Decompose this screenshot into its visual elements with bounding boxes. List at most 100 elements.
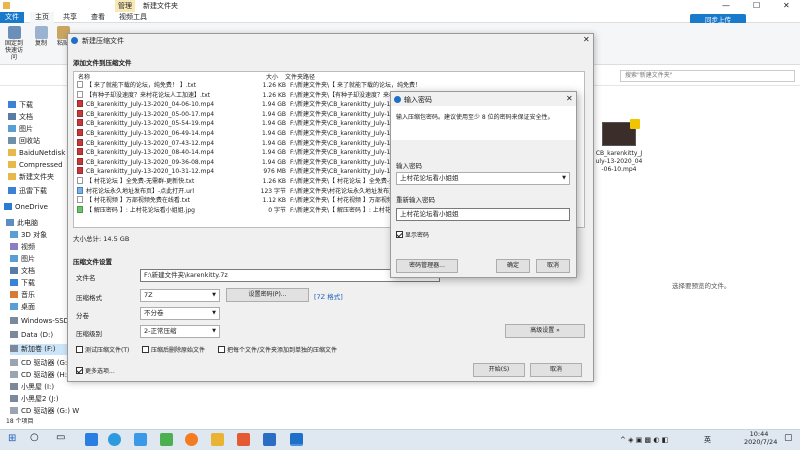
nav-item[interactable]: 小黑屋 (I:) bbox=[10, 382, 54, 393]
nav-item-label: 迅雷下载 bbox=[19, 187, 47, 195]
nav-item[interactable]: 此电脑 bbox=[6, 218, 38, 229]
nav-item[interactable]: 文档 bbox=[8, 112, 33, 123]
more-options[interactable]: 更多选项... bbox=[76, 366, 115, 375]
nav-item[interactable]: BaiduNetdisk bbox=[8, 148, 65, 159]
tab-file[interactable]: 文件 bbox=[0, 12, 24, 23]
format-info-link[interactable]: [7Z 格式] bbox=[314, 291, 343, 301]
checkbox[interactable] bbox=[142, 346, 149, 353]
file-size: 1.94 GB bbox=[261, 120, 286, 128]
nav-item-icon bbox=[8, 161, 16, 168]
file-size: 1.94 GB bbox=[261, 139, 286, 147]
nav-item[interactable]: 迅雷下载 bbox=[8, 186, 47, 197]
password-cancel-button[interactable]: 取消 bbox=[536, 259, 570, 273]
folder-icon[interactable] bbox=[211, 433, 224, 446]
nav-item-icon bbox=[8, 187, 16, 194]
search-icon[interactable]: ○ bbox=[30, 432, 39, 443]
player-icon[interactable] bbox=[263, 433, 276, 446]
clock[interactable]: 10:44 2020/7/24 bbox=[744, 430, 777, 446]
checkbox[interactable] bbox=[76, 367, 83, 374]
cancel-button[interactable]: 取消 bbox=[530, 363, 582, 377]
nav-item-icon bbox=[10, 345, 18, 352]
nav-item[interactable]: CD 驱动器 (H:) bbox=[10, 370, 70, 381]
file-size: 1.94 GB bbox=[261, 110, 286, 118]
archive-app-icon[interactable] bbox=[290, 433, 303, 446]
file-size: 1.94 GB bbox=[261, 158, 286, 166]
nav-item-icon bbox=[10, 243, 18, 250]
tab-home[interactable]: 主页 bbox=[30, 12, 54, 23]
nav-item[interactable]: CD 驱动器 (G:) bbox=[10, 358, 70, 369]
set-password-button[interactable]: 设置密码(P)... bbox=[226, 288, 309, 302]
input-language[interactable]: 英 bbox=[704, 435, 711, 445]
nav-item[interactable]: OneDrive bbox=[4, 202, 48, 213]
cloud-icon[interactable] bbox=[134, 433, 147, 446]
task-view-icon[interactable]: ▭ bbox=[56, 432, 65, 443]
col-size-header[interactable]: 大小 bbox=[266, 72, 278, 81]
tab-view[interactable]: 查看 bbox=[86, 12, 110, 23]
edge-icon[interactable] bbox=[108, 433, 121, 446]
advanced-settings-button[interactable]: 高级设置 » bbox=[505, 324, 585, 338]
file-name: CB_karenkitty_July-13-2020_05-00-17.mp4 bbox=[86, 110, 215, 118]
nav-item[interactable]: Data (D:) bbox=[10, 330, 53, 341]
nav-item-label: 新加卷 (F:) bbox=[21, 345, 56, 353]
delete-source-option[interactable]: 压缩后删除原始文件 bbox=[142, 345, 205, 354]
separate-archives-option[interactable]: 把每个文件/文件夹添加到单独的压缩文件 bbox=[218, 345, 337, 354]
minimize-icon[interactable]: — bbox=[722, 0, 730, 12]
file-name: CB_karenkitty_July-13-2020_04-06-10.mp4 bbox=[86, 101, 215, 109]
file-row[interactable]: 【 来了就能下载的论坛，纯免费！ 】.txt 1.26 KB F:\新建文件夹\【 … bbox=[73, 81, 583, 90]
level-label: 压缩级别 bbox=[76, 330, 102, 338]
nav-item[interactable]: 回收站 bbox=[8, 136, 40, 147]
nav-item[interactable]: 视频 bbox=[10, 242, 35, 253]
checkbox[interactable] bbox=[76, 346, 83, 353]
search-input[interactable]: 搜索"新建文件夹" bbox=[620, 70, 795, 82]
txt-file-icon bbox=[77, 81, 83, 88]
nav-item[interactable]: 小黑屋2 (J:) bbox=[10, 394, 59, 405]
nav-item[interactable]: 桌面 bbox=[10, 302, 35, 313]
pin-button[interactable]: 固定到快速访问 bbox=[3, 26, 25, 61]
start-icon[interactable]: ⊞ bbox=[8, 433, 16, 444]
notification-icon[interactable]: ▢ bbox=[784, 433, 793, 443]
app-orange-icon[interactable] bbox=[237, 433, 250, 446]
manage-tab[interactable]: 管理 bbox=[115, 0, 135, 12]
password-close-icon[interactable]: ✕ bbox=[566, 94, 573, 103]
nav-item[interactable]: 音乐 bbox=[10, 290, 35, 301]
wechat-icon[interactable] bbox=[160, 433, 173, 446]
tab-video-tools[interactable]: 视频工具 bbox=[114, 12, 152, 23]
dialog-close-icon[interactable]: ✕ bbox=[583, 35, 590, 44]
nav-item[interactable]: 3D 对象 bbox=[10, 230, 47, 241]
ok-button[interactable]: 确定 bbox=[496, 259, 530, 273]
split-select[interactable]: 不分卷 ▼ bbox=[140, 307, 220, 320]
start-button[interactable]: 开始(S) bbox=[473, 363, 525, 377]
format-select[interactable]: 7Z ▼ bbox=[140, 289, 220, 302]
status-bar: 18 个项目 bbox=[0, 416, 800, 428]
tray-icons[interactable]: ^ ◈ ▣ ▩ ◐ ◧ bbox=[620, 436, 668, 444]
level-select[interactable]: 2-正常压缩 ▼ bbox=[140, 325, 220, 338]
col-name-header[interactable]: 名称 bbox=[78, 72, 90, 81]
nav-item-label: Windows-SSD bbox=[21, 317, 70, 325]
nav-item-label: 图片 bbox=[21, 255, 35, 263]
nav-item[interactable]: 新加卷 (F:) bbox=[10, 344, 72, 355]
nav-item[interactable]: 下载 bbox=[10, 278, 35, 289]
col-path-header[interactable]: 文件夹路径 bbox=[285, 72, 315, 81]
nav-item[interactable]: 文档 bbox=[10, 266, 35, 277]
nav-item[interactable]: Windows-SSD bbox=[10, 316, 69, 327]
password-description: 输入压缩包密码。建议使用至少 8 位的密码来保证安全性。 bbox=[396, 114, 554, 121]
firefox-icon[interactable] bbox=[185, 433, 198, 446]
close-icon[interactable]: ✕ bbox=[783, 0, 790, 12]
copy-button[interactable]: 复制 bbox=[30, 26, 52, 47]
password-input[interactable]: 上村花论坛看小姐姐 ▼ bbox=[396, 172, 570, 185]
nav-item[interactable]: Compressed bbox=[8, 160, 63, 171]
app-blue-icon[interactable] bbox=[85, 433, 98, 446]
checkbox[interactable] bbox=[218, 346, 225, 353]
password-manager-button[interactable]: 密码管理器... bbox=[396, 259, 458, 273]
tab-share[interactable]: 共享 bbox=[58, 12, 82, 23]
nav-item[interactable]: 新建文件夹 bbox=[8, 172, 54, 183]
nav-item-icon bbox=[10, 291, 18, 298]
maximize-icon[interactable]: ☐ bbox=[753, 0, 760, 12]
nav-item[interactable]: 下载 bbox=[8, 100, 33, 111]
test-archive-option[interactable]: 测试压缩文件(T) bbox=[76, 345, 129, 354]
show-password-option[interactable]: 显示密码 bbox=[396, 230, 429, 239]
repeat-password-input[interactable]: 上村花论坛看小姐姐 bbox=[396, 208, 570, 221]
nav-item[interactable]: 图片 bbox=[10, 254, 35, 265]
nav-item[interactable]: 图片 bbox=[8, 124, 33, 135]
checkbox[interactable] bbox=[396, 231, 403, 238]
